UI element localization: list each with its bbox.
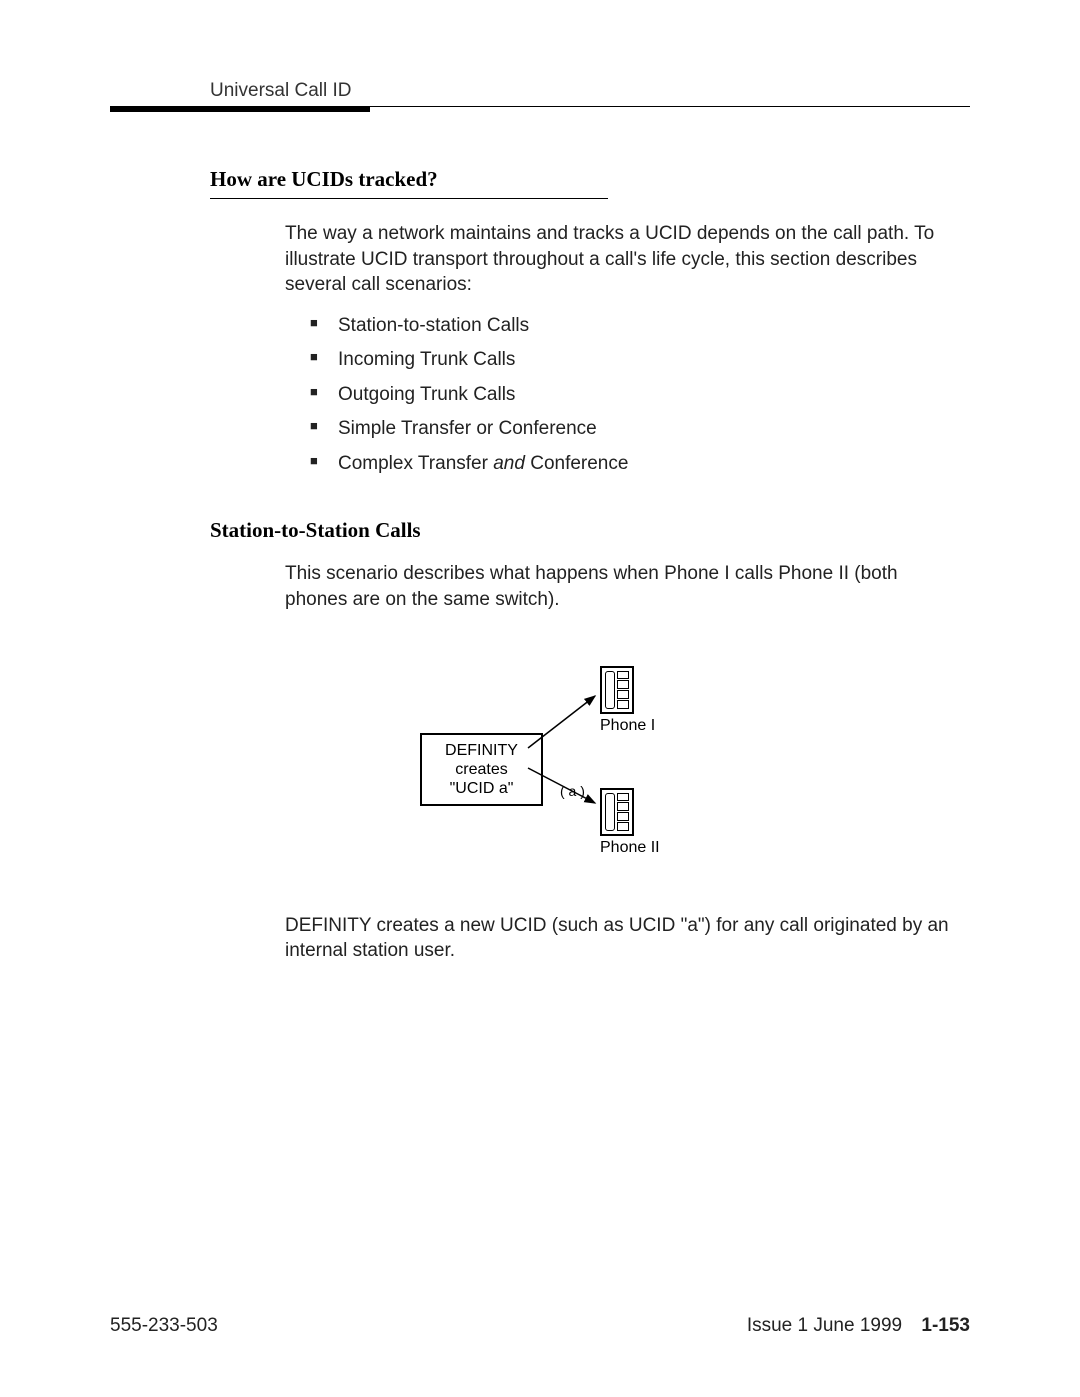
phone-icon — [600, 666, 634, 714]
section-heading-tracked: How are UCIDs tracked? — [210, 167, 608, 199]
list-item: Incoming Trunk Calls — [310, 346, 970, 375]
list-item-text: Simple Transfer or Conference — [338, 418, 597, 439]
closing-paragraph: DEFINITY creates a new UCID (such as UCI… — [285, 913, 950, 964]
definity-line1: DEFINITY — [434, 741, 529, 760]
phone-2: Phone II — [600, 788, 660, 857]
running-header: Universal Call ID — [210, 80, 970, 102]
list-item: Complex Transfer and Conference — [310, 450, 970, 479]
document-page: Universal Call ID How are UCIDs tracked?… — [0, 0, 1080, 1397]
list-item: Simple Transfer or Conference — [310, 415, 970, 444]
list-item-text-post: Conference — [525, 453, 629, 474]
definity-box: DEFINITY creates "UCID a" — [420, 733, 543, 807]
phone-1-label: Phone I — [600, 717, 655, 735]
page-number: 1-153 — [921, 1315, 970, 1336]
list-item: Station-to-station Calls — [310, 312, 970, 341]
list-item-text-pre: Complex Transfer — [338, 453, 493, 474]
ucid-figure: ( a ) DEFINITY creates "UCID a" Phone I — [110, 648, 970, 868]
phone-2-label: Phone II — [600, 839, 660, 857]
definity-line2: creates — [434, 760, 529, 779]
page-footer: 555-233-503 Issue 1 June 1999 1-153 — [110, 1315, 970, 1337]
header-thick-bar — [110, 107, 370, 112]
phone-1: Phone I — [600, 666, 655, 735]
list-item: Outgoing Trunk Calls — [310, 381, 970, 410]
footer-right: Issue 1 June 1999 1-153 — [747, 1315, 970, 1337]
list-item-text-em: and — [493, 453, 525, 474]
list-item-text: Incoming Trunk Calls — [338, 349, 515, 370]
scenario-list: Station-to-station Calls Incoming Trunk … — [310, 312, 970, 479]
issue-text: Issue 1 June 1999 — [747, 1315, 902, 1336]
definity-line3: "UCID a" — [434, 779, 529, 798]
intro-paragraph: The way a network maintains and tracks a… — [285, 221, 950, 298]
section-heading-station: Station-to-Station Calls — [210, 518, 970, 543]
doc-number: 555-233-503 — [110, 1315, 218, 1337]
phone-icon — [600, 788, 634, 836]
list-item-text: Outgoing Trunk Calls — [338, 384, 515, 405]
list-item-text: Station-to-station Calls — [338, 315, 529, 336]
station-intro-paragraph: This scenario describes what happens whe… — [285, 561, 950, 612]
